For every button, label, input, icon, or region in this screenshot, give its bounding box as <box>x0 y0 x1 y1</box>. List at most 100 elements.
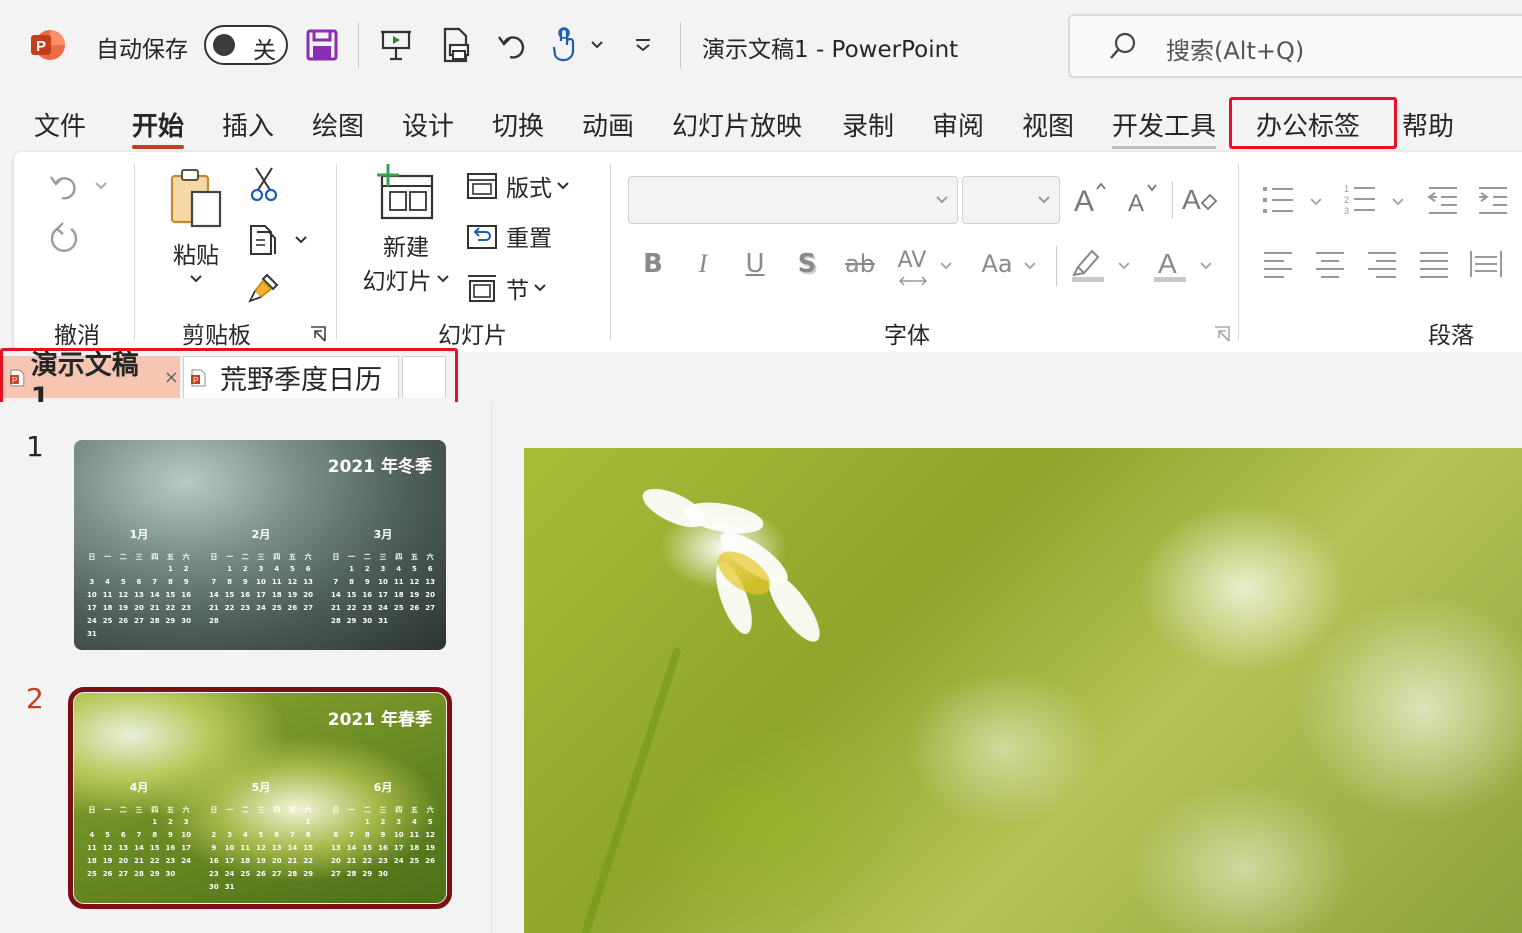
day-cell: 18 <box>240 857 251 865</box>
search-box[interactable]: 搜索(Alt+Q) <box>1068 14 1522 78</box>
day-cell: 8 <box>152 831 158 839</box>
numbering-button[interactable]: 1 2 3 <box>1340 180 1380 220</box>
shrink-font-icon: A <box>1128 184 1157 215</box>
char-spacing-button[interactable]: AV <box>892 240 932 280</box>
tab-slideshow[interactable]: 幻灯片放映 <box>672 106 802 143</box>
italic-button[interactable]: I <box>686 246 720 282</box>
distributed-icon <box>1470 251 1502 277</box>
day-cell: 7 <box>289 831 295 839</box>
highlight-color-dropdown[interactable] <box>1114 256 1134 276</box>
svg-text:A: A <box>1182 184 1201 215</box>
print-preview-button[interactable] <box>436 24 476 66</box>
month-name: 4月 <box>129 781 149 794</box>
new-slide-button[interactable]: 新建 幻灯片 <box>354 164 458 304</box>
day-cell: 28 <box>330 617 341 625</box>
align-center-button[interactable] <box>1310 244 1350 284</box>
day-cell: 13 <box>118 844 129 852</box>
day-cell: 11 <box>102 591 113 599</box>
bullets-dropdown[interactable] <box>1306 192 1326 212</box>
align-left-button[interactable] <box>1258 244 1298 284</box>
customize-qa-button[interactable] <box>626 24 660 66</box>
strikethrough-button[interactable]: ab <box>840 246 880 282</box>
tab-draw[interactable]: 绘图 <box>312 106 364 143</box>
font-size-combo[interactable] <box>962 176 1060 224</box>
tab-review[interactable]: 审阅 <box>932 106 984 143</box>
decrease-indent-button[interactable] <box>1422 180 1462 220</box>
day-cell: 22 <box>346 604 357 612</box>
tab-transitions[interactable]: 切换 <box>492 106 544 143</box>
save-button[interactable] <box>302 24 342 66</box>
font-color-button[interactable]: A <box>1150 244 1190 284</box>
tab-home[interactable]: 开始 <box>132 106 185 149</box>
shadow-button[interactable]: S <box>790 246 824 282</box>
day-cell <box>328 565 344 574</box>
underline-button[interactable]: U <box>738 246 772 282</box>
paste-button[interactable]: 粘贴 <box>160 166 232 314</box>
cut-button[interactable] <box>246 164 282 204</box>
tab-record[interactable]: 录制 <box>842 106 894 143</box>
day-cell: 19 <box>425 844 436 852</box>
change-case-button[interactable]: Aa <box>976 246 1018 282</box>
tab-design[interactable]: 设计 <box>402 106 454 143</box>
day-cell: 16 <box>165 844 176 852</box>
format-painter-button[interactable] <box>246 270 282 306</box>
window-title: 演示文稿1 - PowerPoint <box>702 37 959 63</box>
present-button[interactable] <box>376 24 416 66</box>
dialog-launcher-icon[interactable] <box>310 326 326 342</box>
chevron-down-icon <box>936 196 948 204</box>
calendar-month: 2月 日一二三四五六 1 2 3 4 5 6 7 8 9 10 11 12 13 14 15 16 17 18 19 2… <box>206 526 316 626</box>
weekday-label: 一 <box>104 806 112 814</box>
tab-insert[interactable]: 插入 <box>222 106 274 143</box>
justify-button[interactable] <box>1414 244 1454 284</box>
group-label-slides: 幻灯片 <box>438 323 507 349</box>
day-cell: 11 <box>409 831 420 839</box>
shrink-font-button[interactable]: A <box>1122 178 1162 218</box>
weekday-label: 四 <box>151 553 159 561</box>
tab-animations[interactable]: 动画 <box>582 106 634 143</box>
redo-button[interactable] <box>42 214 86 258</box>
reset-button[interactable]: 重置 <box>466 218 586 254</box>
reset-icon <box>467 225 497 249</box>
undo-dropdown[interactable] <box>90 174 112 198</box>
autosave-toggle[interactable]: 关 <box>204 25 288 65</box>
layout-button[interactable]: 版式 <box>466 168 586 204</box>
grow-font-button[interactable]: A <box>1070 178 1110 218</box>
tab-file[interactable]: 文件 <box>34 106 86 143</box>
clear-formatting-button[interactable]: A <box>1178 178 1220 218</box>
touch-mode-button[interactable] <box>544 24 584 66</box>
copy-dropdown[interactable] <box>290 228 312 252</box>
day-cell: 23 <box>165 857 176 865</box>
highlight-color-button[interactable] <box>1068 244 1108 284</box>
distributed-button[interactable] <box>1466 244 1506 284</box>
title-bar: P 自动保存 关 演示文稿1 - PowerPoint 搜索(Alt+Q) <box>0 0 1522 92</box>
slide-editor-canvas[interactable] <box>524 448 1522 933</box>
tab-view[interactable]: 视图 <box>1022 106 1074 143</box>
touch-mode-dropdown[interactable] <box>582 24 612 66</box>
tab-help[interactable]: 帮助 <box>1402 106 1454 143</box>
copy-button[interactable] <box>244 218 284 258</box>
bold-button[interactable]: B <box>636 246 670 282</box>
slide-thumbnail-selected[interactable]: 2021 年春季 4月 日一二三四五六 1 2 3 4 5 6 7 8 9 10 11 12 13 14 15… <box>68 687 452 909</box>
numbering-dropdown[interactable] <box>1388 192 1408 212</box>
new-slide-icon <box>377 164 434 220</box>
section-button[interactable]: 节 <box>466 270 586 306</box>
svg-text:A: A <box>1158 248 1177 279</box>
day-cell <box>131 818 147 827</box>
day-cell: 21 <box>346 857 357 865</box>
font-name-combo[interactable] <box>628 176 958 224</box>
tab-developer[interactable]: 开发工具 <box>1112 106 1217 149</box>
font-color-dropdown[interactable] <box>1196 256 1216 276</box>
char-spacing-dropdown[interactable] <box>936 256 956 276</box>
day-cell: 16 <box>378 844 388 852</box>
align-right-button[interactable] <box>1362 244 1402 284</box>
section-label: 节 <box>506 278 529 304</box>
undo-button[interactable] <box>42 164 86 208</box>
bullets-button[interactable] <box>1258 180 1298 220</box>
slide-thumbnail[interactable]: 2021 年冬季 1月 日一二三四五六 1 2 3 4 5 6 7 8 9 10 11 12 13 14 15… <box>74 440 446 650</box>
change-case-dropdown[interactable] <box>1020 256 1040 276</box>
increase-indent-button[interactable] <box>1472 180 1512 220</box>
grow-font-icon: A <box>1074 182 1106 215</box>
day-cell: 25 <box>393 604 404 612</box>
dialog-launcher-icon[interactable] <box>1214 326 1230 342</box>
undo-quick-button[interactable] <box>492 24 532 66</box>
